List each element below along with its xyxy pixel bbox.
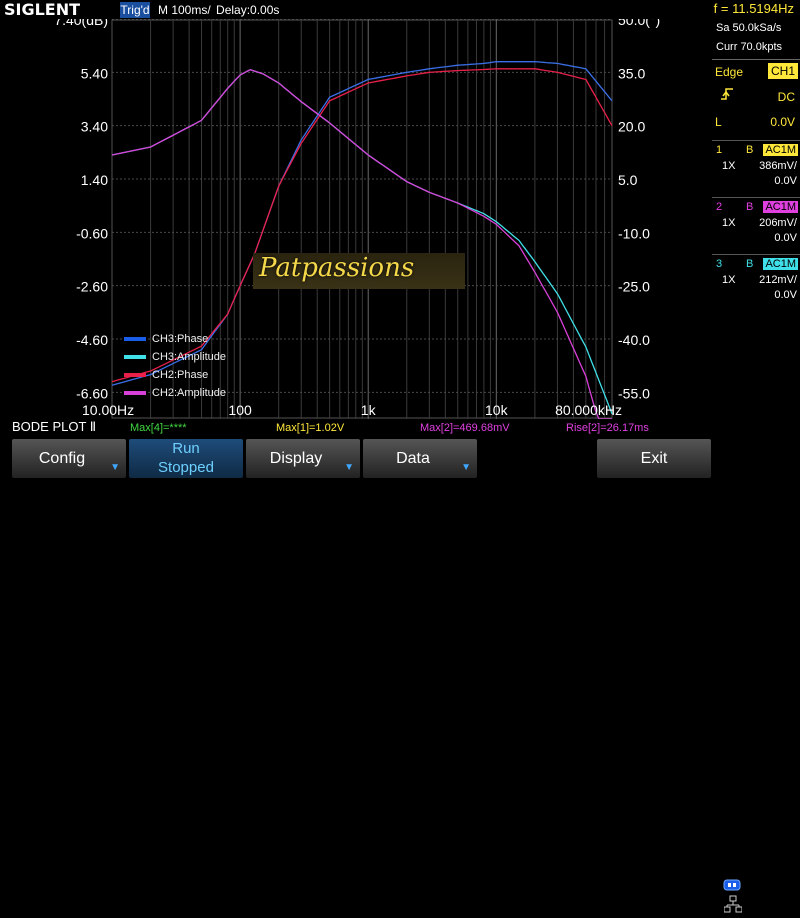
measurement-max1: Max[1]=1.02V — [276, 422, 345, 434]
vertical-scale: 386mV/ — [759, 160, 797, 172]
channel-number: 3 — [716, 258, 723, 270]
display-label: Display — [269, 450, 323, 467]
sample-rate: Sa 50.0kSa/s — [716, 22, 782, 34]
x-tick-label: 100 — [228, 402, 252, 418]
channel-coupling-badge: AC1M — [763, 258, 798, 270]
vertical-scale: 212mV/ — [759, 274, 797, 286]
y-tick-label-db: 7.40(dB) — [54, 19, 108, 28]
trigger-level-label: L — [715, 115, 722, 129]
config-label: Config — [38, 450, 86, 467]
y-tick-label-phase: 20.0 — [618, 119, 645, 135]
timebase-value: M 100ms/ — [158, 3, 211, 17]
top-status-bar: SIGLENT Trig'd M 100ms/ Delay:0.00s f = … — [0, 0, 800, 19]
data-label: Data — [396, 450, 430, 467]
vertical-scale: 206mV/ — [759, 217, 797, 229]
trigger-panel[interactable]: Edge CH1 DC L 0.0V — [712, 60, 800, 132]
trigger-level-value: 0.0V — [770, 115, 795, 129]
trigger-type: Edge — [715, 65, 744, 79]
vertical-offset: 0.0V — [774, 232, 797, 244]
bode-chart: 7.40(dB) 5.40 3.40 1.40 -0.60 -2.60 -4.60 -6.60… — [0, 12, 712, 420]
bandwidth-limit: B — [746, 258, 754, 270]
channel-number: 2 — [716, 201, 723, 213]
network-status — [715, 876, 795, 915]
legend-label-ch2-phase: CH2:Phase — [152, 369, 209, 381]
y-tick-label-db: -0.60 — [76, 225, 108, 241]
measurement-rise2: Rise[2]=26.17ms — [566, 422, 649, 434]
legend-label-ch2-amplitude: CH2:Amplitude — [152, 387, 226, 399]
probe-attenuation: 1X — [722, 274, 736, 286]
legend-label-ch3-amplitude: CH3:Amplitude — [152, 351, 226, 363]
x-tick-label: 10.00Hz — [82, 402, 134, 418]
display-button[interactable]: Display ▼ — [246, 439, 360, 478]
vertical-offset: 0.0V — [774, 175, 797, 187]
side-panel: Sa 50.0kSa/s Curr 70.0kpts Edge CH1 DC L… — [712, 19, 800, 419]
legend-swatch-ch3-phase — [124, 337, 146, 341]
y-tick-label-phase: 5.0 — [618, 172, 638, 188]
legend-swatch-ch2-amplitude — [124, 391, 146, 395]
stopped-label: Stopped — [158, 459, 214, 476]
run-label: Run — [172, 440, 200, 457]
bandwidth-limit: B — [746, 201, 754, 213]
y-tick-label-db: 3.40 — [81, 119, 108, 135]
y-tick-label-phase: -10.0 — [618, 225, 650, 241]
y-tick-label-db: -2.60 — [76, 279, 108, 295]
y-tick-label-phase: -25.0 — [618, 279, 650, 295]
watermark-text: Patpassions — [259, 253, 415, 283]
y-tick-label-db: -4.60 — [76, 332, 108, 348]
channel-1-panel[interactable]: 1 B AC1M 1X 386mV/ 0.0V — [712, 140, 800, 190]
memory-depth: Curr 70.0kpts — [716, 41, 783, 53]
probe-attenuation: 1X — [722, 160, 736, 172]
x-tick-label: 1k — [361, 402, 377, 418]
timebase-readout[interactable]: M 100ms/ Delay:0.00s — [158, 2, 279, 18]
chevron-down-icon: ▼ — [110, 462, 120, 473]
trigger-coupling: DC — [777, 90, 795, 104]
measurement-max2: Max[2]=469.68mV — [420, 422, 510, 434]
legend-swatch-ch3-amplitude — [124, 355, 146, 359]
x-tick-label: 10k — [485, 402, 509, 418]
channel-3-panel[interactable]: 3 B AC1M 1X 212mV/ 0.0V — [712, 254, 800, 304]
channel-number: 1 — [716, 144, 723, 156]
vertical-offset: 0.0V — [774, 289, 797, 301]
channel-coupling-badge: AC1M — [763, 144, 798, 156]
legend-label-ch3-phase: CH3:Phase — [152, 333, 209, 345]
frequency-readout: f = 11.5194Hz — [713, 1, 794, 16]
y-tick-label-db: 5.40 — [81, 65, 108, 81]
chevron-down-icon: ▼ — [344, 462, 354, 473]
mode-label: BODE PLOT Ⅱ — [12, 419, 97, 434]
run-stopped-button[interactable]: Run Stopped — [129, 439, 243, 478]
measurement-max4: Max[4]=**** — [130, 422, 187, 434]
y-tick-label-phase: 35.0 — [618, 65, 645, 81]
delay-value: Delay:0.00s — [216, 3, 280, 17]
data-button[interactable]: Data ▼ — [363, 439, 477, 478]
config-button[interactable]: Config ▼ — [12, 439, 126, 478]
probe-attenuation: 1X — [722, 217, 736, 229]
y-tick-label-db: -6.60 — [76, 385, 108, 401]
x-tick-label: 80.000kHz — [555, 402, 622, 418]
y-tick-label-phase: -55.0 — [618, 385, 650, 401]
y-tick-label-phase: -40.0 — [618, 332, 650, 348]
trigger-status-badge: Trig'd — [120, 2, 150, 18]
measurement-bar: BODE PLOT Ⅱ Max[4]=**** Max[1]=1.02V Max… — [0, 419, 712, 437]
network-icon — [723, 895, 743, 918]
trigger-source-badge: CH1 — [767, 63, 798, 79]
y-tick-label-phase: 50.0(°) — [618, 19, 660, 28]
brand-logo: SIGLENT — [4, 0, 81, 19]
bandwidth-limit: B — [746, 144, 754, 156]
y-tick-label-db: 1.40 — [81, 172, 108, 188]
legend-swatch-ch2-phase — [124, 373, 146, 377]
softkey-bar: Config ▼ Run Stopped Display ▼ Data ▼ Ex… — [0, 437, 800, 913]
bode-plot-area[interactable]: 7.40(dB) 5.40 3.40 1.40 -0.60 -2.60 -4.60 -6.60… — [0, 12, 712, 420]
exit-label: Exit — [640, 450, 668, 467]
channel-2-panel[interactable]: 2 B AC1M 1X 206mV/ 0.0V — [712, 197, 800, 247]
channel-coupling-badge: AC1M — [763, 201, 798, 213]
rising-edge-icon — [720, 86, 734, 107]
chevron-down-icon: ▼ — [461, 462, 471, 473]
exit-button[interactable]: Exit — [597, 439, 711, 478]
